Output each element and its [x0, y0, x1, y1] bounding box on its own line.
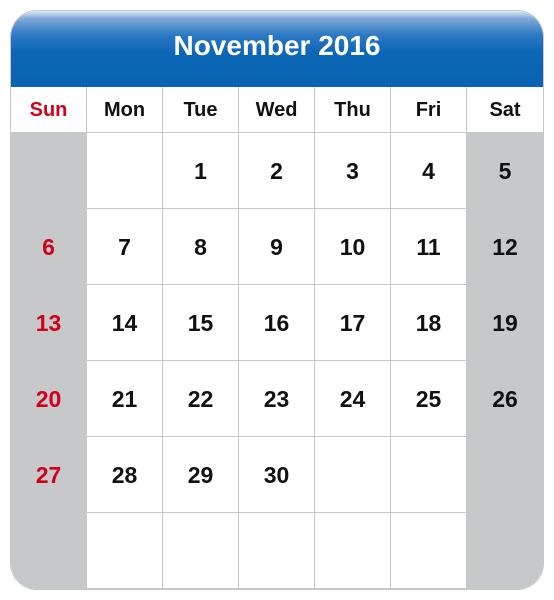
day-cell-30[interactable]: 30 [239, 437, 315, 513]
day-cell-25[interactable]: 25 [391, 361, 467, 437]
empty-cell [11, 133, 87, 209]
empty-cell [467, 513, 543, 589]
day-cell-3[interactable]: 3 [315, 133, 391, 209]
empty-cell [239, 513, 315, 589]
calendar: November 2016 Sun Mon Tue Wed Thu Fri Sat 1 2 3 4 5… [11, 11, 543, 589]
empty-cell [391, 437, 467, 513]
weekday-header-sun: Sun [11, 87, 87, 133]
empty-cell [315, 513, 391, 589]
day-cell-2[interactable]: 2 [239, 133, 315, 209]
day-cell-28[interactable]: 28 [87, 437, 163, 513]
day-cell-24[interactable]: 24 [315, 361, 391, 437]
day-cell-7[interactable]: 7 [87, 209, 163, 285]
weekday-header-fri: Fri [391, 87, 467, 133]
month-title: November 2016 [11, 11, 543, 87]
weekday-header-wed: Wed [239, 87, 315, 133]
day-cell-12[interactable]: 12 [467, 209, 543, 285]
day-cell-22[interactable]: 22 [163, 361, 239, 437]
empty-cell [391, 513, 467, 589]
day-cell-10[interactable]: 10 [315, 209, 391, 285]
day-cell-8[interactable]: 8 [163, 209, 239, 285]
day-cell-16[interactable]: 16 [239, 285, 315, 361]
empty-cell [87, 513, 163, 589]
weekday-header-mon: Mon [87, 87, 163, 133]
day-cell-9[interactable]: 9 [239, 209, 315, 285]
day-cell-5[interactable]: 5 [467, 133, 543, 209]
weekday-header-sat: Sat [467, 87, 543, 133]
weekday-header-tue: Tue [163, 87, 239, 133]
day-cell-27[interactable]: 27 [11, 437, 87, 513]
day-cell-15[interactable]: 15 [163, 285, 239, 361]
empty-cell [467, 437, 543, 513]
empty-cell [87, 133, 163, 209]
empty-cell [163, 513, 239, 589]
day-cell-20[interactable]: 20 [11, 361, 87, 437]
day-cell-17[interactable]: 17 [315, 285, 391, 361]
day-cell-13[interactable]: 13 [11, 285, 87, 361]
day-cell-1[interactable]: 1 [163, 133, 239, 209]
day-cell-18[interactable]: 18 [391, 285, 467, 361]
day-cell-19[interactable]: 19 [467, 285, 543, 361]
weekday-header-thu: Thu [315, 87, 391, 133]
empty-cell [11, 513, 87, 589]
day-cell-23[interactable]: 23 [239, 361, 315, 437]
day-cell-11[interactable]: 11 [391, 209, 467, 285]
day-cell-26[interactable]: 26 [467, 361, 543, 437]
day-cell-21[interactable]: 21 [87, 361, 163, 437]
empty-cell [315, 437, 391, 513]
day-cell-4[interactable]: 4 [391, 133, 467, 209]
day-cell-29[interactable]: 29 [163, 437, 239, 513]
day-cell-14[interactable]: 14 [87, 285, 163, 361]
day-cell-6[interactable]: 6 [11, 209, 87, 285]
